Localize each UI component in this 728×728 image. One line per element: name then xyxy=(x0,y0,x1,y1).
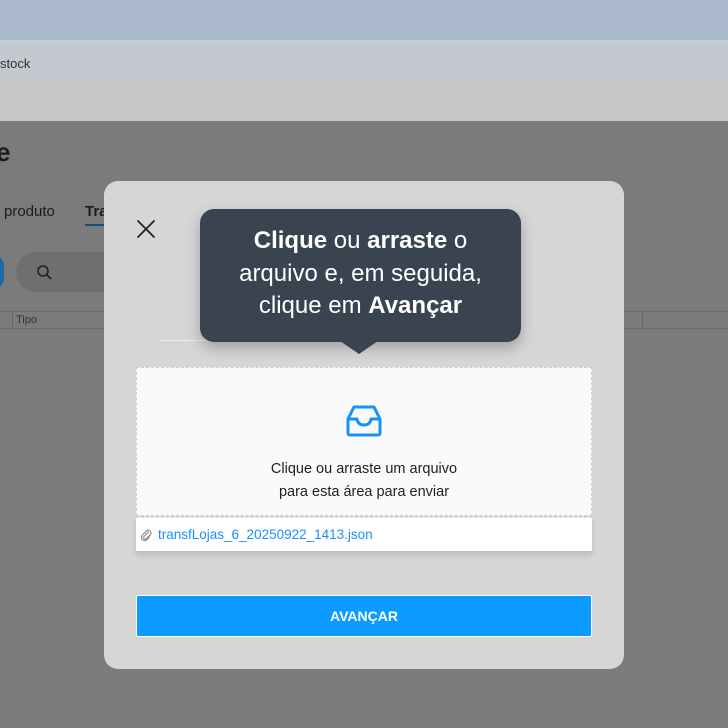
tooltip-text-ou: ou xyxy=(327,227,368,254)
paperclip-icon xyxy=(140,529,152,542)
tooltip-bold-arraste: arraste xyxy=(367,227,448,254)
primary-action-button[interactable] xyxy=(0,255,4,289)
uploaded-file-item[interactable]: transfLojas_6_20250922_1413.json xyxy=(136,517,592,551)
close-button[interactable] xyxy=(132,215,160,243)
tooltip-text: Clique ou arraste o arquivo e, em seguid… xyxy=(200,225,521,323)
tooltip-arrow xyxy=(340,341,378,354)
tooltip-line-1: Clique ou arraste o xyxy=(200,225,521,258)
browser-tab-title[interactable]: stock xyxy=(0,56,30,71)
browser-address-bar xyxy=(0,80,728,121)
tooltip-bold-clique: Clique xyxy=(253,227,328,254)
inbox-icon xyxy=(346,405,382,437)
search-input[interactable] xyxy=(16,252,116,292)
dropzone-hint: Clique ou arraste um arquivo para esta á… xyxy=(137,458,591,504)
next-button[interactable]: AVANÇAR xyxy=(136,595,592,637)
tooltip-line-2: arquivo e, em seguida, xyxy=(239,259,482,287)
tab-produto[interactable]: produto xyxy=(4,203,55,220)
tooltip-text-o: o xyxy=(447,227,468,254)
file-name-link[interactable]: transfLojas_6_20250922_1413.json xyxy=(158,527,373,542)
file-dropzone[interactable]: Clique ou arraste um arquivo para esta á… xyxy=(136,367,592,516)
browser-top-bar xyxy=(0,0,728,40)
column-header-tipo[interactable]: Tipo xyxy=(16,314,37,326)
column-divider xyxy=(12,312,13,330)
tooltip-bold-avancar: Avançar xyxy=(368,292,463,319)
page-title: e xyxy=(0,137,11,167)
browser-tab-bar: stock xyxy=(0,46,728,80)
tooltip-line-3: clique em Avançar xyxy=(200,290,521,323)
divider xyxy=(159,340,207,341)
tooltip-text-clique-em: clique em xyxy=(258,292,369,319)
close-icon xyxy=(137,220,155,238)
dropzone-hint-line1: Clique ou arraste um arquivo xyxy=(270,461,458,477)
search-icon xyxy=(37,265,52,280)
onboarding-tooltip: Clique ou arraste o arquivo e, em seguid… xyxy=(200,209,521,342)
dropzone-hint-line2: para esta área para enviar xyxy=(278,484,450,500)
column-divider xyxy=(642,312,643,330)
